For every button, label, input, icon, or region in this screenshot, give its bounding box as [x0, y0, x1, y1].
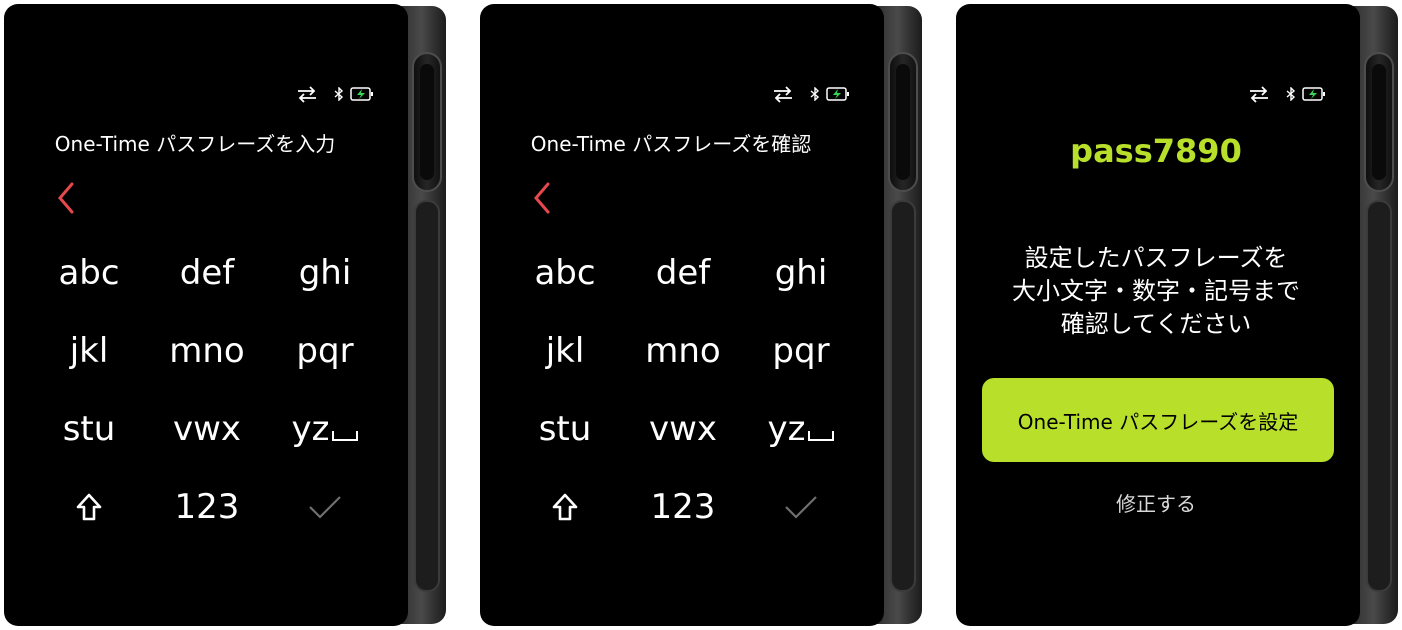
key-pqr[interactable]: pqr: [266, 312, 384, 390]
confirmation-message: 設定したパスフレーズを 大小文字・数字・記号まで 確認してください: [956, 242, 1356, 341]
key-jkl[interactable]: jkl: [30, 312, 148, 390]
key-123[interactable]: 123: [624, 468, 742, 546]
shift-key[interactable]: [506, 468, 624, 546]
key-ghi[interactable]: ghi: [266, 234, 384, 312]
status-bar: [772, 84, 850, 104]
key-123[interactable]: 123: [148, 468, 266, 546]
key-mno[interactable]: mno: [148, 312, 266, 390]
side-button[interactable]: [888, 52, 918, 192]
back-arrow-icon[interactable]: [54, 178, 84, 218]
bluetooth-icon: [1286, 87, 1296, 101]
screen-title: One-Time パスフレーズを確認: [530, 132, 812, 156]
passphrase-display: pass7890: [1070, 132, 1242, 170]
confirm-key[interactable]: [742, 468, 860, 546]
key-label: yz: [291, 409, 330, 449]
key-pqr[interactable]: pqr: [742, 312, 860, 390]
screen: One-Time パスフレーズを確認 abc def ghi jkl mno p…: [480, 4, 884, 626]
key-abc[interactable]: abc: [30, 234, 148, 312]
key-yz-space[interactable]: yz: [742, 390, 860, 468]
key-stu[interactable]: stu: [506, 390, 624, 468]
side-rail: [414, 200, 440, 592]
device-review-screen: pass7890 設定したパスフレーズを 大小文字・数字・記号まで 確認してくだ…: [956, 4, 1398, 626]
space-icon: [332, 431, 359, 441]
sync-arrows-icon: [774, 86, 792, 103]
check-icon: [309, 496, 341, 519]
shift-arrow-icon: [76, 493, 102, 521]
set-passphrase-button[interactable]: One-Time パスフレーズを設定: [982, 378, 1334, 462]
side-rail: [890, 200, 916, 592]
shift-key[interactable]: [30, 468, 148, 546]
bluetooth-icon: [810, 87, 820, 101]
key-yz-space[interactable]: yz: [266, 390, 384, 468]
device-input-screen: One-Time パスフレーズを入力 abc def ghi jkl mno p…: [4, 4, 446, 626]
status-bar: [1248, 84, 1326, 104]
edit-link[interactable]: 修正する: [956, 488, 1356, 517]
key-label: yz: [767, 409, 806, 449]
key-vwx[interactable]: vwx: [148, 390, 266, 468]
message-line: 設定したパスフレーズを: [1024, 244, 1288, 272]
status-bar: [296, 84, 374, 104]
key-mno[interactable]: mno: [624, 312, 742, 390]
keypad: abc def ghi jkl mno pqr stu vwx yz 123: [506, 234, 860, 546]
message-line: 大小文字・数字・記号まで: [1012, 277, 1300, 305]
back-arrow-icon[interactable]: [530, 178, 560, 218]
key-vwx[interactable]: vwx: [624, 390, 742, 468]
side-rail: [1366, 200, 1392, 592]
battery-charging-icon: [1302, 87, 1325, 101]
key-stu[interactable]: stu: [30, 390, 148, 468]
keypad: abc def ghi jkl mno pqr stu vwx yz 123: [30, 234, 384, 546]
key-abc[interactable]: abc: [506, 234, 624, 312]
screen: One-Time パスフレーズを入力 abc def ghi jkl mno p…: [4, 4, 408, 626]
key-jkl[interactable]: jkl: [506, 312, 624, 390]
confirm-key[interactable]: [266, 468, 384, 546]
sync-arrows-icon: [298, 86, 316, 103]
side-button[interactable]: [1364, 52, 1394, 192]
bluetooth-icon: [334, 87, 344, 101]
side-button[interactable]: [412, 52, 442, 192]
screen: pass7890 設定したパスフレーズを 大小文字・数字・記号まで 確認してくだ…: [956, 4, 1360, 626]
check-icon: [785, 496, 817, 519]
screen-title: One-Time パスフレーズを入力: [54, 132, 336, 156]
key-ghi[interactable]: ghi: [742, 234, 860, 312]
shift-arrow-icon: [552, 493, 578, 521]
key-def[interactable]: def: [148, 234, 266, 312]
key-def[interactable]: def: [624, 234, 742, 312]
battery-charging-icon: [826, 87, 849, 101]
device-confirm-input-screen: One-Time パスフレーズを確認 abc def ghi jkl mno p…: [480, 4, 922, 626]
sync-arrows-icon: [1250, 86, 1268, 103]
battery-charging-icon: [350, 87, 373, 101]
message-line: 確認してください: [1060, 310, 1252, 338]
space-icon: [808, 431, 835, 441]
